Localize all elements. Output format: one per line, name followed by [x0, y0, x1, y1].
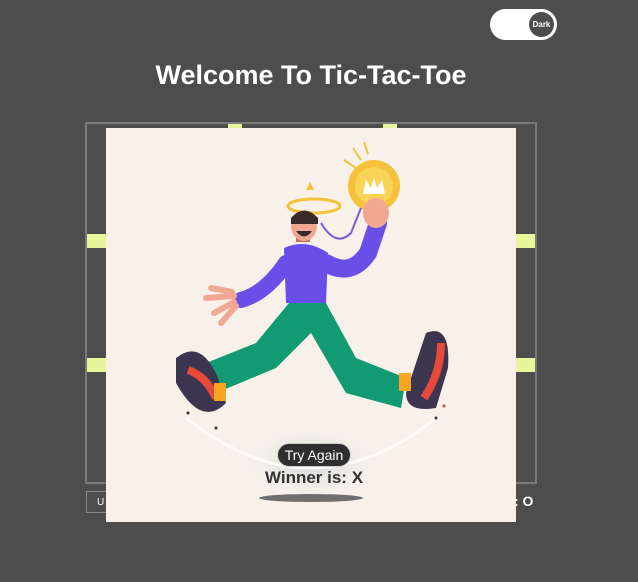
toggle-knob: Dark	[529, 12, 554, 37]
winner-modal: Try Again Winner is: X	[106, 128, 516, 522]
page-title: Welcome To Tic-Tac-Toe	[155, 60, 467, 90]
dark-mode-toggle[interactable]: Dark	[490, 9, 557, 40]
try-again-button[interactable]: Try Again	[277, 443, 351, 467]
grid-line-marker	[515, 358, 535, 372]
grid-line-marker	[87, 234, 107, 248]
turn-indicator: : O	[514, 493, 534, 509]
winner-text: Winner is: X	[264, 468, 364, 487]
grid-line-marker	[515, 234, 535, 248]
grid-line-marker	[87, 358, 107, 372]
